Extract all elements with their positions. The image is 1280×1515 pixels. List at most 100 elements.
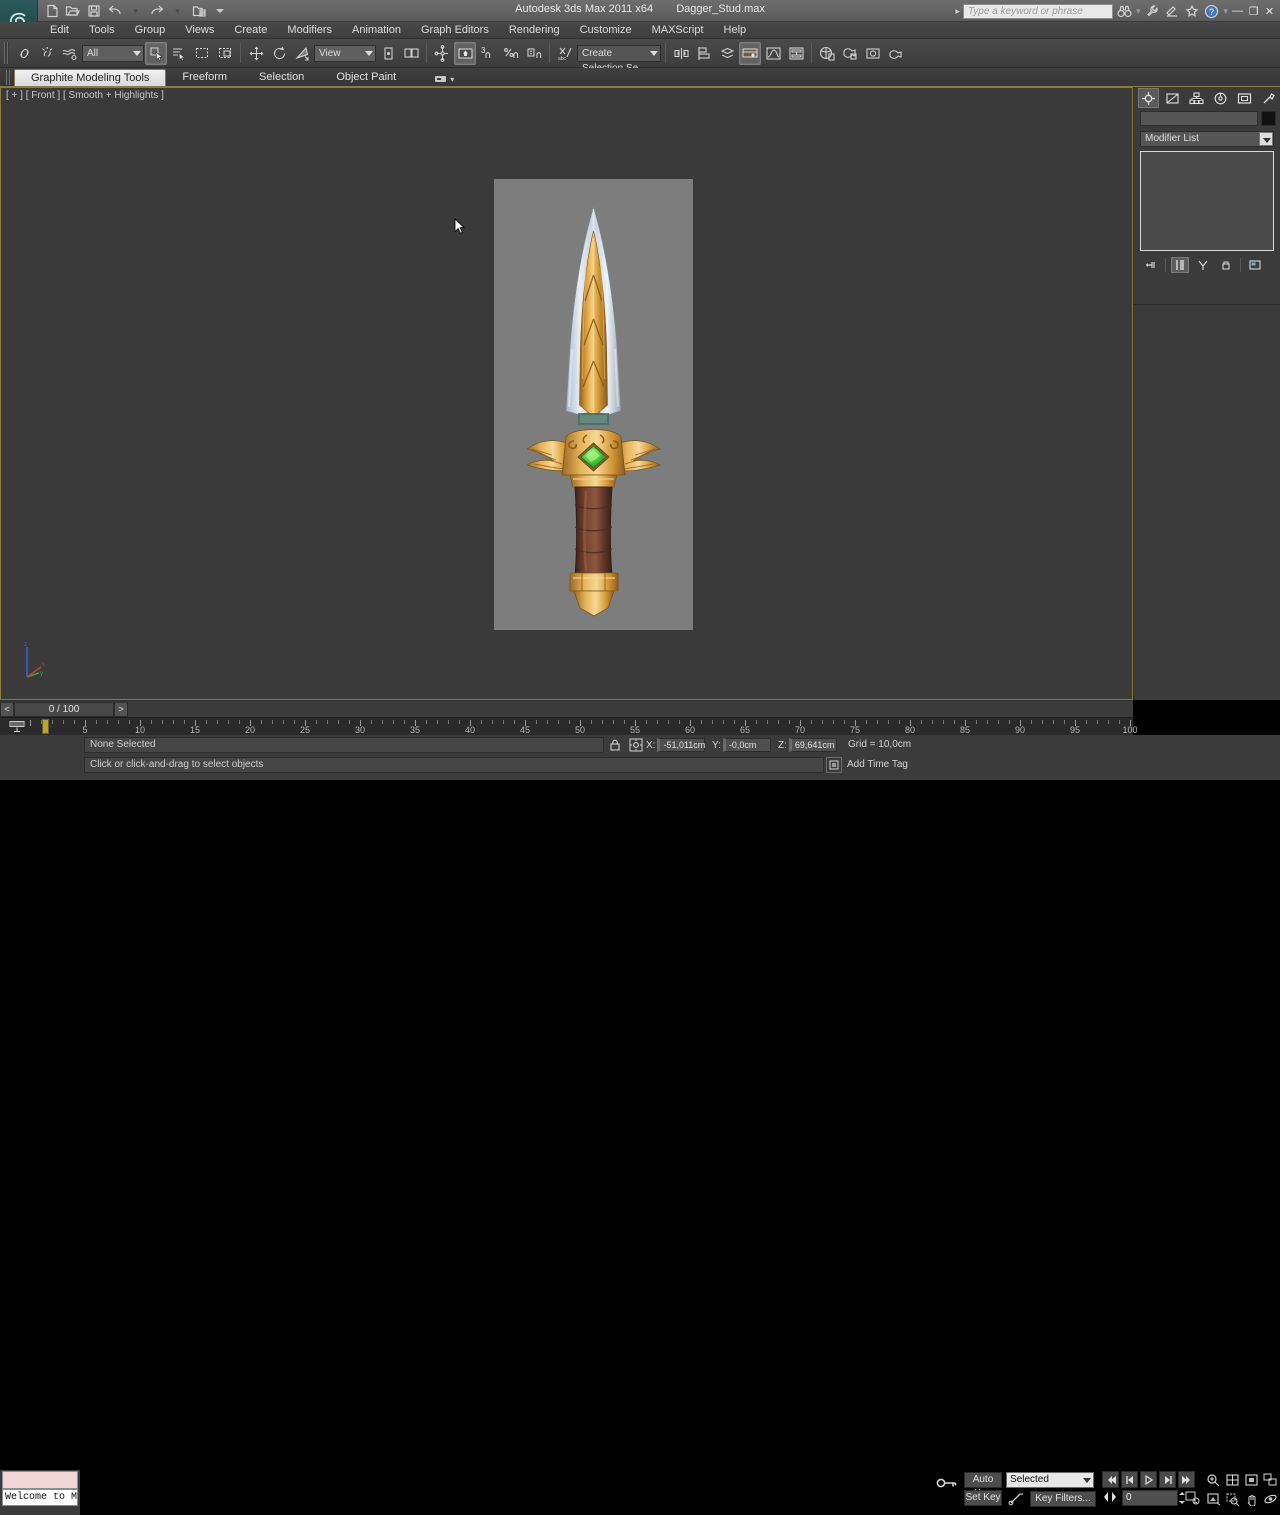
align-icon[interactable] [693,42,715,65]
listener-input-pane[interactable]: Welcome to M [2,1489,78,1506]
communication-center-icon[interactable] [1163,3,1180,20]
schematic-view-icon[interactable] [785,42,807,65]
named-selection-set-combo[interactable]: Create Selection Se [577,44,661,74]
menu-item-modifiers[interactable]: Modifiers [277,22,342,38]
ribbon-options[interactable]: ▾ [434,74,454,86]
object-name-input[interactable] [1140,111,1258,126]
display-tab[interactable] [1234,88,1255,108]
mirror-icon[interactable] [670,42,692,65]
listener-output-pane[interactable] [2,1471,78,1489]
previous-frame-button[interactable] [1121,1471,1138,1488]
pan-view-icon[interactable] [1242,1490,1260,1507]
help-icon[interactable]: ? [1203,3,1220,20]
open-file-icon[interactable] [63,2,82,20]
field-of-view-icon[interactable] [1204,1490,1222,1507]
tab-graphite-modeling-tools[interactable]: Graphite Modeling Tools [14,69,167,86]
select-object-icon[interactable] [145,41,167,65]
add-time-tag-label[interactable]: Add Time Tag [847,759,908,770]
select-by-name-icon[interactable] [168,42,190,65]
configure-modifier-sets-icon[interactable] [1246,257,1264,273]
key-step-buttons[interactable] [1100,1490,1120,1506]
zoom-extents-icon[interactable] [1242,1471,1260,1488]
menu-item-views[interactable]: Views [175,22,224,38]
customize-qat-icon[interactable] [210,2,229,20]
current-frame-input[interactable]: 0 [1122,1490,1178,1506]
menu-item-graph-editors[interactable]: Graph Editors [411,22,499,38]
angle-snap-toggle-icon[interactable]: 3 [477,42,499,65]
binoculars-search-icon[interactable] [1116,3,1133,20]
key-filters-button[interactable]: Key Filters... [1030,1491,1096,1507]
zoom-icon[interactable] [1204,1471,1222,1488]
redo-dropdown-icon[interactable]: ▾ [168,2,187,20]
menu-item-maxscript[interactable]: MAXScript [642,22,714,38]
motion-tab[interactable] [1210,88,1231,108]
select-and-move-icon[interactable] [245,42,267,65]
graphite-modeling-toggle-icon[interactable] [739,41,761,65]
favorites-star-icon[interactable] [1183,3,1200,20]
menu-item-tools[interactable]: Tools [79,22,125,38]
dagger-model[interactable] [494,179,693,630]
use-selection-center-icon[interactable] [400,42,422,65]
edit-named-selection-sets-icon[interactable]: abc [554,42,576,65]
select-and-rotate-icon[interactable] [268,42,290,65]
menu-item-animation[interactable]: Animation [342,22,411,38]
new-file-icon[interactable] [42,2,61,20]
menu-item-rendering[interactable]: Rendering [499,22,570,38]
rectangular-selection-region-icon[interactable] [191,42,213,65]
quick-access-toolbar[interactable]: ▾ ▾ [42,2,229,20]
toolbar-drag-handle[interactable] [4,42,9,64]
next-frame-arrow[interactable]: > [114,701,128,717]
use-pivot-point-center-icon[interactable] [377,42,399,65]
select-and-scale-icon[interactable] [291,42,313,65]
chevron-down-icon[interactable] [1259,132,1273,146]
reference-coordinate-system-combo[interactable]: View [314,44,376,62]
auto-key-button[interactable]: Auto Key [964,1472,1002,1499]
window-crossing-icon[interactable] [214,42,236,65]
modify-tab[interactable] [1162,88,1183,108]
coord-y-input[interactable]: -0,0cm [722,738,771,752]
zoom-all-icon[interactable] [1223,1471,1241,1488]
go-to-end-button[interactable] [1178,1471,1195,1488]
open-mini-curve-editor-icon[interactable] [8,720,26,734]
set-project-folder-icon[interactable] [189,2,208,20]
bind-to-space-warp-icon[interactable] [59,42,81,65]
menu-item-edit[interactable]: Edit [40,22,79,38]
orbit-icon[interactable] [1261,1490,1279,1507]
render-setup-icon[interactable] [839,42,861,65]
modifier-list-combo[interactable]: Modifier List [1140,131,1274,147]
set-keys-icon[interactable] [934,1472,958,1494]
spinner-snap-toggle-icon[interactable] [523,42,545,65]
remove-modifier-icon[interactable] [1217,257,1235,273]
key-mode-combo[interactable]: Selected [1006,1472,1094,1488]
region-zoom-icon[interactable] [1223,1490,1241,1507]
selection-filter-combo[interactable]: All [82,44,144,62]
tab-freeform[interactable]: Freeform [166,69,243,86]
ribbon-drag-handle[interactable] [6,69,10,85]
add-time-tag-row[interactable]: Add Time Tag [826,756,908,773]
select-and-link-icon[interactable] [13,42,35,65]
play-animation-button[interactable] [1140,1471,1157,1488]
show-end-result-icon[interactable] [1171,257,1189,273]
menu-item-help[interactable]: Help [714,22,757,38]
undo-dropdown-icon[interactable]: ▾ [126,2,145,20]
menu-item-group[interactable]: Group [125,22,176,38]
current-frame-display[interactable]: 0 / 100 [14,701,114,717]
wrench-icon[interactable] [1143,3,1160,20]
go-to-start-button[interactable] [1102,1471,1119,1488]
help-dropdown-icon[interactable]: ▾ [1223,6,1228,17]
restore-button[interactable]: ❐ [1247,3,1260,19]
utilities-tab[interactable] [1258,88,1279,108]
unlink-selection-icon[interactable] [36,42,58,65]
set-key-button[interactable]: Set Key [964,1490,1002,1506]
layer-manager-icon[interactable] [716,42,738,65]
absolute-relative-transform-icon[interactable] [628,737,644,753]
curve-editor-icon[interactable] [762,42,784,65]
zoom-extents-all-icon[interactable] [1261,1471,1279,1488]
time-tag-icon[interactable] [826,756,842,773]
percent-snap-toggle-icon[interactable] [500,42,522,65]
select-and-manipulate-icon[interactable] [431,42,453,65]
search-expand-icon[interactable]: ▸ [955,6,960,17]
menu-item-create[interactable]: Create [224,22,277,38]
tab-object-paint[interactable]: Object Paint [320,69,412,86]
coord-x-input[interactable]: -51,011cm [657,738,706,752]
